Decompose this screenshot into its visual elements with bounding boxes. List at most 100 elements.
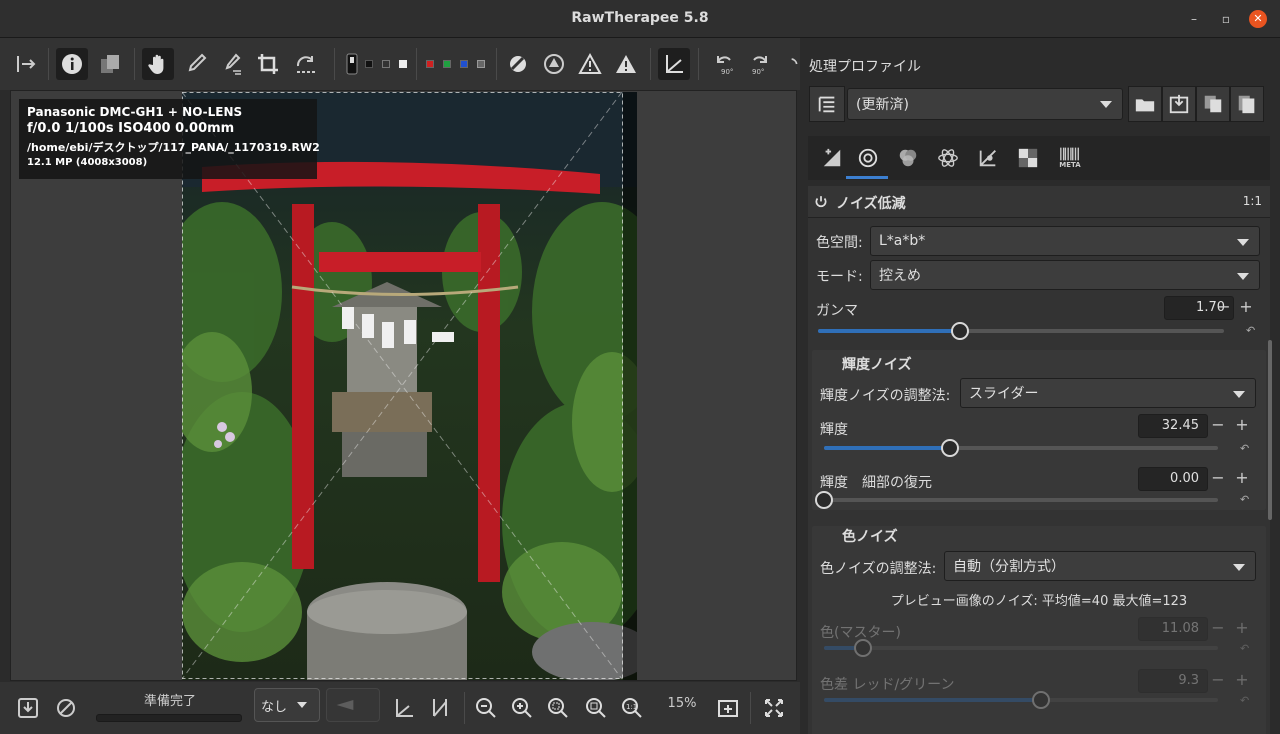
detail-increment[interactable]: + bbox=[1232, 467, 1252, 491]
svg-text:90°: 90° bbox=[721, 68, 733, 76]
redgreen-decrement[interactable]: − bbox=[1208, 669, 1228, 693]
zoom-fit-icon[interactable] bbox=[542, 692, 574, 724]
chroma-method-dropdown[interactable]: 自動（分割方式） bbox=[944, 551, 1256, 581]
info-icon[interactable] bbox=[56, 48, 88, 80]
colorspace-dropdown[interactable]: L*a*b* bbox=[870, 226, 1260, 256]
status-text: 準備完了 bbox=[143, 694, 196, 709]
panel-title: ノイズ低減 bbox=[836, 196, 906, 212]
svg-text:1:1: 1:1 bbox=[626, 703, 637, 711]
gamma-decrement[interactable]: − bbox=[1214, 296, 1234, 320]
color-picker-icon[interactable] bbox=[216, 48, 248, 80]
gamma-reset-icon[interactable]: ↶ bbox=[1246, 324, 1260, 337]
luma-method-value: スライダー bbox=[969, 386, 1039, 402]
meta-tab-icon[interactable]: META bbox=[1054, 142, 1086, 174]
chroma-master-decrement[interactable]: − bbox=[1208, 617, 1228, 641]
redgreen-slider[interactable] bbox=[824, 691, 1218, 709]
save-icon[interactable] bbox=[12, 692, 44, 724]
rotate-left-icon[interactable]: 90° bbox=[708, 48, 740, 80]
snapshot-icon[interactable] bbox=[388, 692, 420, 724]
luminance-increment[interactable]: + bbox=[1232, 414, 1252, 438]
rotate-right-icon[interactable]: 90° bbox=[744, 48, 776, 80]
image-viewer[interactable]: Panasonic DMC-GH1 + NO-LENS f/0.0 1/100s… bbox=[10, 90, 797, 681]
channel-white-icon[interactable] bbox=[396, 48, 410, 80]
clipped-shadows-icon[interactable] bbox=[538, 48, 570, 80]
preview-channel-icon[interactable] bbox=[340, 48, 364, 80]
before-after-icon[interactable] bbox=[94, 48, 126, 80]
detail-decrement[interactable]: − bbox=[1208, 467, 1228, 491]
luminosity-channel-icon[interactable] bbox=[474, 48, 488, 80]
meta-tab-label: META bbox=[1059, 161, 1081, 169]
zoom-fit-crop-icon[interactable] bbox=[580, 692, 612, 724]
profile-label: 処理プロファイル bbox=[809, 59, 921, 75]
histogram-dropdown[interactable] bbox=[326, 688, 380, 722]
close-icon[interactable]: ✕ bbox=[1249, 10, 1267, 28]
luminance-decrement[interactable]: − bbox=[1208, 414, 1228, 438]
redgreen-increment[interactable]: + bbox=[1232, 669, 1252, 693]
luminance-label: 輝度 bbox=[820, 422, 848, 438]
chroma-master-reset-icon[interactable]: ↶ bbox=[1240, 642, 1254, 655]
luma-method-dropdown[interactable]: スライダー bbox=[960, 378, 1256, 408]
redgreen-label: 色差 レッド/グリーン bbox=[820, 677, 955, 693]
zoom-in-icon[interactable] bbox=[506, 692, 538, 724]
color-tab-icon[interactable] bbox=[892, 142, 924, 174]
red-channel-icon[interactable] bbox=[423, 48, 437, 80]
send-to-editor-icon[interactable] bbox=[50, 692, 82, 724]
blue-channel-icon[interactable] bbox=[457, 48, 471, 80]
chroma-master-slider[interactable] bbox=[824, 639, 1218, 657]
green-channel-icon[interactable] bbox=[440, 48, 454, 80]
copy-profile-icon[interactable] bbox=[1196, 86, 1230, 122]
transform-tab-icon[interactable] bbox=[972, 142, 1004, 174]
warning-icon[interactable] bbox=[610, 48, 642, 80]
white-balance-picker-icon[interactable] bbox=[180, 48, 212, 80]
panel-scrollbar[interactable] bbox=[1268, 340, 1272, 520]
zoom-100-icon[interactable]: 1:1 bbox=[616, 692, 648, 724]
profile-value: (更新済) bbox=[856, 97, 909, 113]
crop-icon[interactable] bbox=[252, 48, 284, 80]
preset-dropdown[interactable]: なし bbox=[254, 688, 320, 722]
gamma-increment[interactable]: + bbox=[1236, 296, 1256, 320]
title-bar: RawTherapee 5.8 – ▫ ✕ bbox=[0, 0, 1280, 38]
clipped-highlights-icon[interactable] bbox=[574, 48, 606, 80]
detail-window-icon[interactable] bbox=[424, 692, 456, 724]
colorspace-label: 色空間: bbox=[816, 235, 863, 251]
advanced-tab-icon[interactable] bbox=[932, 142, 964, 174]
paste-profile-icon[interactable] bbox=[1230, 86, 1264, 122]
detail-tab-icon[interactable] bbox=[852, 142, 884, 174]
profile-dropdown[interactable]: (更新済) bbox=[847, 88, 1123, 120]
exposure-tab-icon[interactable] bbox=[816, 142, 848, 174]
focus-mask-icon[interactable] bbox=[502, 48, 534, 80]
chroma-master-increment[interactable]: + bbox=[1232, 617, 1252, 641]
mode-dropdown[interactable]: 控えめ bbox=[870, 260, 1260, 290]
channel-black-icon[interactable] bbox=[362, 48, 376, 80]
luminance-value[interactable]: 32.45 bbox=[1138, 414, 1208, 438]
detail-reset-icon[interactable]: ↶ bbox=[1240, 493, 1254, 506]
straighten-icon[interactable] bbox=[290, 48, 322, 80]
detail-recovery-slider[interactable] bbox=[815, 491, 1218, 509]
luminance-slider[interactable] bbox=[824, 439, 1218, 457]
new-detail-window-icon[interactable] bbox=[712, 692, 744, 724]
profile-list-icon[interactable] bbox=[809, 86, 845, 122]
power-icon[interactable] bbox=[814, 195, 828, 209]
raw-tab-icon[interactable] bbox=[1012, 142, 1044, 174]
minimize-icon[interactable]: – bbox=[1186, 11, 1202, 27]
redgreen-value[interactable]: 9.3 bbox=[1138, 669, 1208, 693]
open-profile-icon[interactable] bbox=[1128, 86, 1162, 122]
fullscreen-icon[interactable] bbox=[758, 692, 790, 724]
perspective-icon[interactable] bbox=[658, 48, 690, 80]
gamma-slider[interactable] bbox=[818, 322, 1224, 340]
chroma-method-label: 色ノイズの調整法: bbox=[820, 561, 937, 577]
luminance-reset-icon[interactable]: ↶ bbox=[1240, 442, 1254, 455]
maximize-icon[interactable]: ▫ bbox=[1218, 11, 1234, 27]
redgreen-reset-icon[interactable]: ↶ bbox=[1240, 694, 1254, 707]
hand-tool-icon[interactable] bbox=[142, 48, 174, 80]
flip-icon[interactable] bbox=[780, 48, 800, 80]
chroma-noise-section: 色ノイズ 色ノイズの調整法: 自動（分割方式） プレビュー画像のノイズ: 平均値… bbox=[812, 526, 1266, 734]
panel-header[interactable]: ノイズ低減 1:1 bbox=[808, 186, 1270, 218]
channel-gray-icon[interactable] bbox=[379, 48, 393, 80]
collapse-panel-icon[interactable] bbox=[10, 48, 42, 80]
zoom-out-icon[interactable] bbox=[470, 692, 502, 724]
photo-preview[interactable] bbox=[182, 92, 637, 680]
detail-recovery-value[interactable]: 0.00 bbox=[1138, 467, 1208, 491]
save-profile-icon[interactable] bbox=[1162, 86, 1196, 122]
chroma-master-value[interactable]: 11.08 bbox=[1138, 617, 1208, 641]
